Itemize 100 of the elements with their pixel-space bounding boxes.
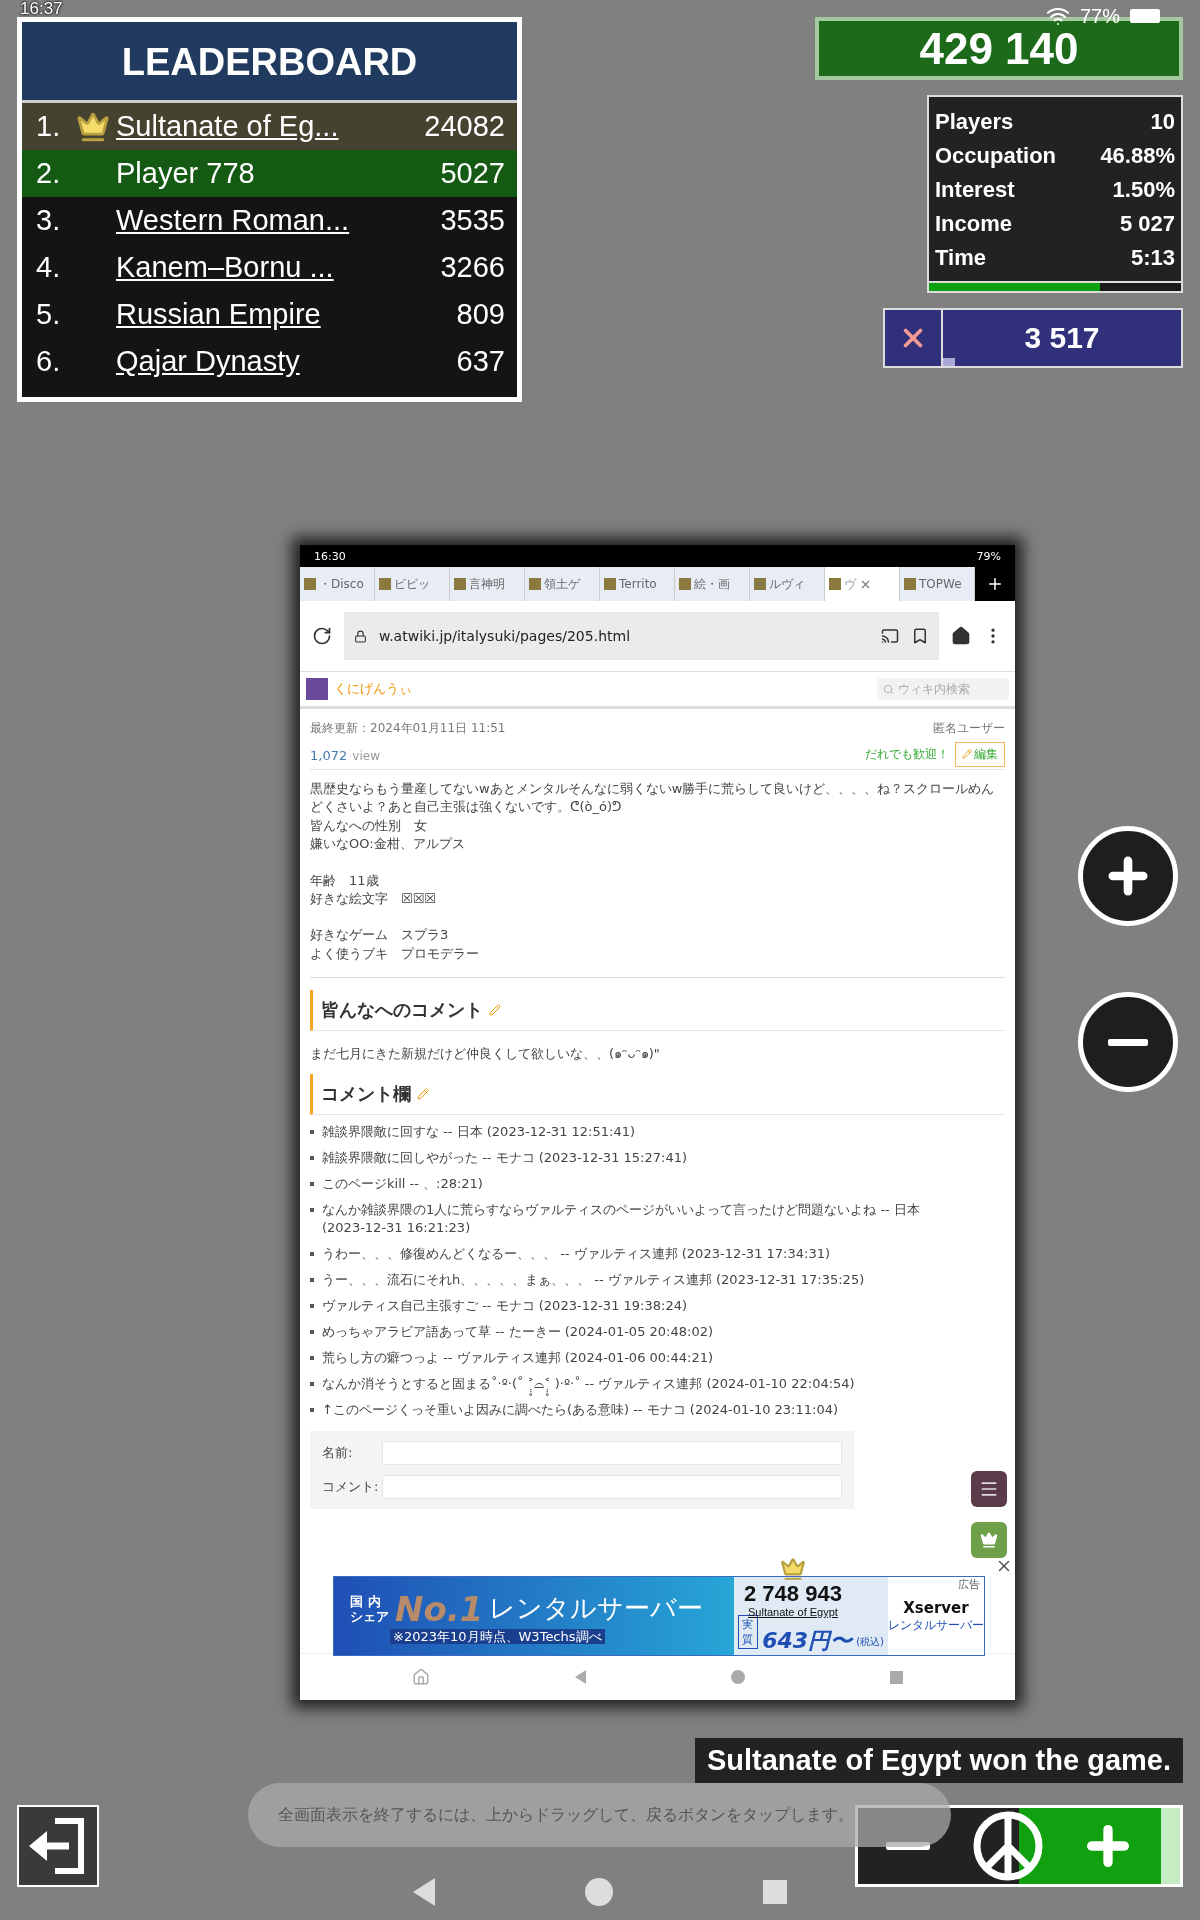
- bullet-icon: [310, 1130, 314, 1135]
- form-label: コメント:: [322, 1478, 380, 1497]
- peace-icon[interactable]: [972, 1810, 1044, 1882]
- home-icon[interactable]: [951, 626, 971, 646]
- ad-brand-sub: レンタルサーバー: [888, 1616, 984, 1634]
- browser-tab[interactable]: Territo: [600, 567, 675, 601]
- profile-line: 年齢 11歳: [310, 871, 380, 890]
- comment-field[interactable]: [382, 1475, 842, 1500]
- player-name: Sultanate of Eg...: [116, 110, 340, 143]
- author-name: 匿名ユーザー: [933, 719, 1005, 737]
- bullet-icon: [310, 1382, 314, 1387]
- browser-tab[interactable]: 言神明: [450, 567, 525, 601]
- status-time: 16:37: [20, 0, 63, 19]
- player-score: 3266: [440, 251, 505, 284]
- player-name: Kanem–Bornu ...: [116, 251, 335, 284]
- comment-text: 雑談界隈敵に回すな -- 日本 (2023-12-31 12:51:41): [322, 1123, 635, 1142]
- player-name: Western Roman...: [116, 204, 351, 237]
- comment-text: なんか消そうとすると固まる˚‧º·(˚ ˃̣̣̥⌓˂̣̣̥ )‧º·˚ -- ヴァルティス連邦 (2024-01-10 22:04:54): [322, 1375, 855, 1394]
- stat-value: 5:13: [1130, 245, 1175, 271]
- ad-tax: (税込): [856, 1635, 884, 1649]
- plus-icon: [986, 575, 1004, 593]
- pencil-icon: [962, 749, 972, 759]
- cast-icon[interactable]: [881, 627, 899, 645]
- ad-price: 643円〜: [762, 1629, 853, 1653]
- bullet-icon: [310, 1304, 314, 1309]
- bullet-icon: [310, 1156, 314, 1161]
- leaderboard-row[interactable]: 2. Player 778 5027: [22, 150, 517, 197]
- browser-tab[interactable]: ビビッ: [375, 567, 450, 601]
- name-field[interactable]: [382, 1441, 842, 1466]
- player-score: 5027: [440, 157, 505, 190]
- browser-tab[interactable]: ヴ: [825, 567, 900, 601]
- favicon-icon: [454, 578, 466, 590]
- player-name: Qajar Dynasty: [116, 345, 301, 378]
- leaderboard-row[interactable]: 6. Qajar Dynasty 637: [22, 338, 517, 385]
- crown-icon: [980, 1531, 998, 1549]
- minus-icon: [1108, 1038, 1148, 1046]
- bullet-icon: [310, 1356, 314, 1361]
- leaderboard-row[interactable]: 5. Russian Empire 809: [22, 291, 517, 338]
- address-field[interactable]: w.atwiki.jp/italysuki/pages/205.html: [344, 612, 939, 660]
- profile-line: 黒歴史ならもう量産してないwあとメンタルそんなに弱くないw勝手に荒らして良いけど、、、、ね？スクロールめんどくさいよ？あと自己主張は強くないです。ᕦ(ò_ó)ᕤ: [310, 780, 996, 817]
- favicon-icon: [304, 578, 316, 590]
- favicon-icon: [679, 578, 691, 590]
- reload-icon[interactable]: [312, 626, 332, 646]
- leaderboard-title: LEADERBOARD: [22, 22, 517, 103]
- section-heading: コメント欄: [321, 1082, 411, 1107]
- stat-value: 5 027: [1119, 211, 1175, 237]
- welcome-text: だれでも歓迎！: [865, 745, 949, 763]
- leaderboard-row[interactable]: 3. Western Roman... 3535: [22, 197, 517, 244]
- browser-tab[interactable]: ルヴィ: [750, 567, 825, 601]
- leaderboard-row[interactable]: 1. Sultanate of Eg... 24082: [22, 103, 517, 150]
- player-score: 637: [456, 345, 505, 378]
- profile-line: 皆んなへの性別 女: [310, 816, 428, 835]
- browser-tab[interactable]: 領土ゲ: [525, 567, 600, 601]
- favicon-icon: [829, 578, 841, 590]
- ad-label: 広告: [958, 1577, 980, 1592]
- player-score: 3535: [440, 204, 505, 237]
- browser-tab[interactable]: TOPWe: [900, 567, 975, 601]
- rank-number: 2.: [36, 157, 62, 190]
- stat-label: Players: [935, 109, 1014, 135]
- stat-value: 46.88%: [1100, 143, 1175, 169]
- rank-number: 6.: [36, 345, 62, 378]
- ad-brand: Xserver: [903, 1598, 969, 1617]
- fullscreen-toast: 全画面表示を終了するには、上からドラッグして、戻るボタンをタップします。: [248, 1783, 951, 1847]
- bullet-icon: [310, 1278, 314, 1283]
- crown-icon: [779, 1556, 806, 1582]
- home-button-icon[interactable]: [585, 1878, 613, 1906]
- leaderboard-row[interactable]: 4. Kanem–Bornu ... 3266: [22, 244, 517, 291]
- comment-text: ↑このページくっそ重いよ因みに調べたら(ある意味) -- モナコ (2024-01-10 23:11:04): [322, 1401, 839, 1420]
- browser-tab[interactable]: 絵・画: [675, 567, 750, 601]
- bullet-icon: [310, 1208, 314, 1213]
- favicon-icon: [529, 578, 541, 590]
- favicon-icon: [754, 578, 766, 590]
- comment-text: 雑談界隈敵に回しやがった -- モナコ (2023-12-31 15:27:41): [322, 1149, 687, 1168]
- comment-text: めっちゃアラビア語あって草 -- たーきー (2024-01-05 20:48:02): [322, 1323, 713, 1342]
- profile-line: 好きな絵文字 ☒☒☒: [310, 890, 437, 909]
- profile-line: 嫌いなOO:金柑、アルプス: [310, 835, 466, 854]
- profile-line: よく使うブキ プロモデラー: [310, 944, 480, 963]
- ranking-button[interactable]: [971, 1522, 1007, 1558]
- section-text: まだ七月にきた新規だけど仲良くして欲しいな、、(๑ᵔᴗᵔ๑)": [310, 1045, 661, 1064]
- favicon-icon: [604, 578, 616, 590]
- comment-text: うー、、、流石にそれh、、、、、まぁ、、、 -- ヴァルティス連邦 (2023-12-31 17:35:25): [322, 1271, 865, 1290]
- lock-icon: [354, 629, 367, 643]
- stat-value: 10: [1150, 109, 1175, 135]
- rank-number: 3.: [36, 204, 62, 237]
- rank-number: 5.: [36, 298, 62, 331]
- updated-date: 最終更新：2024年01月11日 11:51: [310, 719, 506, 737]
- stat-value: 1.50%: [1112, 177, 1175, 203]
- exit-button[interactable]: [17, 1805, 99, 1887]
- attack-value: 3 517: [943, 310, 1181, 366]
- edit-button[interactable]: 編集: [955, 741, 1005, 767]
- bullet-icon: [310, 1182, 314, 1187]
- status-time: 16:30: [314, 549, 346, 563]
- menu-button[interactable]: [971, 1471, 1007, 1507]
- browser-tab[interactable]: ・Disco: [300, 567, 375, 601]
- player-score: 24082: [424, 110, 505, 143]
- site-logo: [306, 678, 328, 700]
- site-name: くにげんうぃ: [334, 680, 413, 698]
- bullet-icon: [310, 1330, 314, 1335]
- bookmark-icon[interactable]: [911, 627, 929, 645]
- stat-label: Time: [935, 245, 986, 271]
